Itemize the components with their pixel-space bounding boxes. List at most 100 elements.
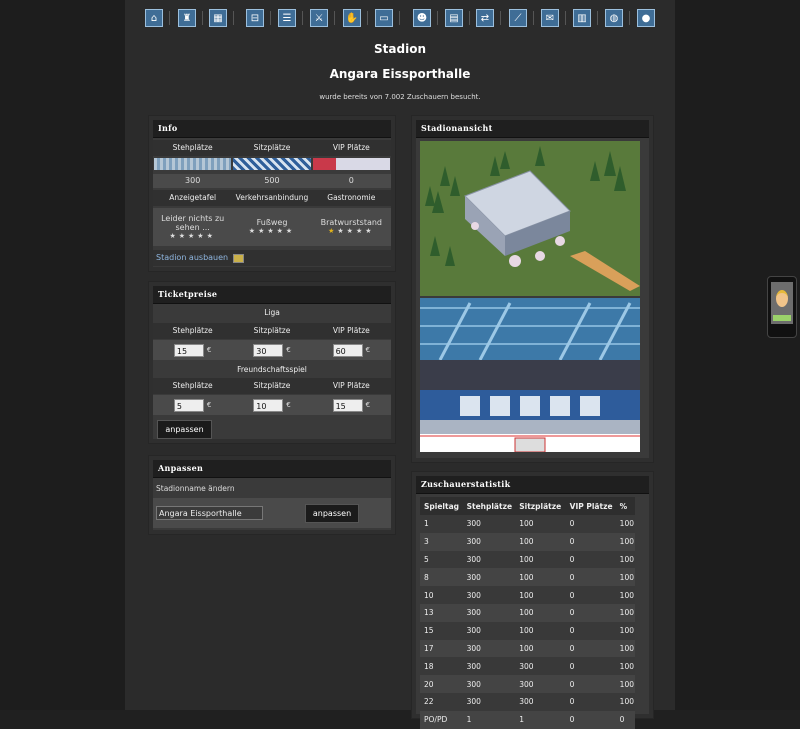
stats-chart-icon: ⟋ (514, 12, 522, 24)
stats-cell: 0 (565, 603, 616, 622)
liga-col-seating: Sitzplätze (253, 326, 291, 335)
stats-cell: 0 (565, 692, 616, 711)
handshake-icon: ✋ (345, 12, 359, 24)
stats-cell: 1 (515, 710, 566, 729)
info-panel-title: Info (153, 120, 391, 138)
liga-seating-price-input[interactable]: 30 (253, 343, 284, 357)
rating-star-icon: ★ (285, 227, 296, 235)
training-icon: ⊟ (250, 12, 260, 24)
stats-cell: 0 (615, 710, 635, 729)
stats-cell: PO/PD (420, 710, 463, 729)
friendly-col-standing: Stehplätze (172, 381, 213, 390)
liga-columns: Stehplätze Sitzplätze VIP Plätze (153, 323, 391, 339)
liga-vip-price-input[interactable]: 60 (332, 343, 363, 357)
stats-header-row: Spieltag Stehplätze Sitzplätze VIP Plätz… (420, 497, 635, 515)
stats-cell: 300 (462, 568, 516, 587)
friendly-prices: 5 € 10 € 15 € (153, 395, 391, 415)
news-nav-button[interactable]: ▥ (573, 9, 591, 27)
friendly-seating-price-input[interactable]: 10 (253, 398, 284, 412)
nav-divider (469, 11, 470, 25)
scoreboard-cell: Leider nichts zu sehen ... ★★★★★ (153, 208, 232, 246)
stats-row: 20 300 300 0 100 (420, 675, 635, 693)
friendly-label: Freundschaftsspiel (237, 365, 307, 374)
rink-icon: ▭ (379, 12, 389, 24)
currency-label: € (365, 346, 371, 354)
catering-stars: ★★★★★ (312, 227, 391, 236)
rename-panel-title: Anpassen (153, 460, 391, 478)
spectator-stats-table: Spieltag Stehplätze Sitzplätze VIP Plätz… (420, 497, 635, 729)
stats-col-matchday: Spieltag (420, 497, 463, 515)
friendly-standing-price-input[interactable]: 5 (173, 398, 204, 412)
spectator-stats-panel: Zuschauerstatistik Spieltag Stehplätze S… (412, 472, 653, 729)
stadium-interior-image (420, 298, 640, 452)
home-nav-button[interactable]: ⌂ (145, 9, 163, 27)
mail-nav-button[interactable]: ✉ (541, 9, 559, 27)
stats-cell: 1 (462, 710, 516, 729)
scoreboard-stars: ★★★★★ (153, 232, 232, 241)
stadium-name-input[interactable]: Angara Eissporthalle (156, 506, 263, 520)
nav-divider (169, 11, 170, 25)
phone-call-icon (773, 315, 791, 321)
liga-col-standing: Stehplätze (172, 326, 213, 335)
liga-standing-price-input[interactable]: 15 (173, 343, 204, 357)
rename-panel: Anpassen Stadionname ändern Angara Eissp… (149, 456, 395, 534)
stats-row: 18 300 300 0 100 (420, 657, 635, 676)
stats-cell: 100 (515, 515, 566, 533)
col-transport: Verkehrsanbindung (235, 193, 309, 202)
rating-star-icon: ★ (188, 232, 198, 240)
stats-cell: 300 (462, 639, 516, 658)
rating-star-icon: ★ (328, 227, 338, 235)
jersey-nav-button[interactable]: ♜ (178, 9, 196, 27)
handshake-nav-button[interactable]: ✋ (343, 9, 361, 27)
training-nav-button[interactable]: ⊟ (246, 9, 264, 27)
transport-cell: Fußweg ★★★★★ (232, 208, 311, 246)
ticket-prices-submit-button[interactable]: anpassen (157, 420, 212, 439)
rating-star-icon: ★ (206, 232, 216, 240)
nav-divider (500, 11, 501, 25)
stats-cell: 100 (615, 657, 635, 676)
finance-nav-button[interactable]: ▤ (445, 9, 463, 27)
stats-cell: 20 (420, 675, 463, 693)
logout-nav-button[interactable]: ● (637, 9, 655, 27)
staff-nav-button[interactable]: ☻ (413, 9, 431, 27)
stats-cell: 300 (515, 675, 566, 693)
stats-cell: 0 (565, 532, 616, 551)
nav-divider (399, 11, 400, 25)
lineup-nav-button[interactable]: ▦ (209, 9, 227, 27)
stats-cell: 0 (565, 550, 616, 569)
friendly-vip-price-input[interactable]: 15 (332, 398, 363, 412)
transfer-nav-button[interactable]: ⇄ (476, 9, 494, 27)
currency-label: € (206, 346, 212, 354)
rink-nav-button[interactable]: ▭ (375, 9, 393, 27)
stats-cell: 300 (462, 515, 516, 533)
right-margin (675, 0, 800, 710)
versus-nav-button[interactable]: ⚔ (310, 9, 328, 27)
stats-cell: 300 (515, 657, 566, 676)
list-icon: ☰ (282, 12, 292, 24)
stats-cell: 100 (615, 515, 635, 533)
stats-cell: 100 (515, 586, 566, 604)
stats-row: 10 300 100 0 100 (420, 586, 635, 604)
stats-row: 13 300 100 0 100 (420, 603, 635, 622)
stats-cell: 18 (420, 657, 463, 676)
stats-row: 22 300 300 0 100 (420, 692, 635, 711)
list-nav-button[interactable]: ☰ (278, 9, 296, 27)
assistant-phone-widget[interactable] (767, 276, 797, 338)
currency-label: € (206, 401, 212, 409)
expand-stadium-link[interactable]: Stadion ausbauen (156, 250, 228, 266)
stats-cell: 100 (515, 639, 566, 658)
stats-row: 8 300 100 0 100 (420, 568, 635, 587)
stats-cell: 100 (615, 532, 635, 551)
chat-nav-button[interactable]: ◍ (605, 9, 623, 27)
nav-divider (270, 11, 271, 25)
vip-capacity: 0 (348, 176, 354, 185)
stats-cell: 300 (462, 692, 516, 711)
stadium-name: Angara Eissporthalle (329, 67, 471, 81)
col-vip: VIP Plätze (332, 143, 370, 152)
stats-cell: 1 (420, 515, 463, 533)
stats-col-vip: VIP Plätze (565, 497, 616, 515)
rename-submit-button[interactable]: anpassen (305, 504, 359, 523)
stats-cell: 13 (420, 603, 463, 622)
stats-chart-nav-button[interactable]: ⟋ (509, 9, 527, 27)
seat-type-images (153, 158, 391, 171)
